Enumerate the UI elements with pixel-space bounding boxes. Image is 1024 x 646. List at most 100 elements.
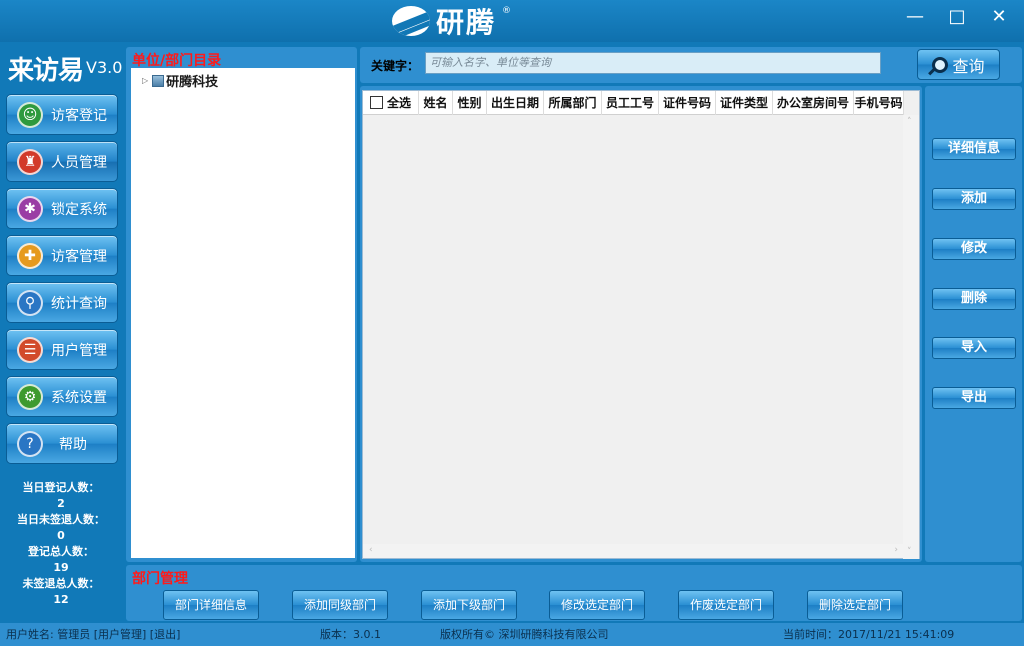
- nav-button-label: 访客管理: [51, 248, 107, 265]
- edit-dept-button[interactable]: 修改选定部门: [549, 590, 645, 620]
- help-icon: ?: [17, 430, 43, 457]
- app-version: V3.0: [86, 58, 123, 77]
- column-header[interactable]: 所属部门: [544, 91, 602, 115]
- brand-logo: 研腾 ®: [392, 4, 512, 39]
- nav-button-label: 系统设置: [51, 389, 107, 406]
- column-header[interactable]: 姓名: [419, 91, 453, 115]
- person-icon: ☺: [17, 101, 43, 128]
- add-child-dept-button[interactable]: 添加下级部门: [421, 590, 517, 620]
- today-count-label: 当日登记人数：: [22, 481, 100, 494]
- maximize-button[interactable]: □: [942, 6, 972, 28]
- total-unsigned-value: 12: [53, 593, 69, 606]
- close-button[interactable]: ✕: [984, 6, 1014, 28]
- nav-button[interactable]: ? 帮助: [6, 423, 118, 464]
- gear-icon: ⚙: [17, 383, 43, 410]
- status-user[interactable]: 用户姓名: 管理员 [用户管理] [退出]: [6, 623, 180, 646]
- column-header-label: 手机号码: [854, 96, 903, 110]
- horizontal-scrollbar[interactable]: ‹ ›: [363, 544, 904, 558]
- column-header[interactable]: 办公室房间号: [773, 91, 854, 115]
- select-all-header[interactable]: 全选: [363, 91, 419, 115]
- export-button[interactable]: 导出: [932, 387, 1016, 409]
- nav-button[interactable]: ⚲ 统计查询: [6, 282, 118, 323]
- nav-button-label: 人员管理: [51, 154, 107, 171]
- bug-icon: ✱: [17, 195, 43, 222]
- status-time: 当前时间：2017/11/21 15:41:09: [783, 628, 955, 641]
- column-header[interactable]: 手机号码: [854, 91, 904, 115]
- delete-dept-button[interactable]: 删除选定部门: [807, 590, 903, 620]
- column-header-label: 办公室房间号: [776, 96, 849, 110]
- today-count-value: 2: [57, 497, 65, 510]
- today-unsigned-label: 当日未签退人数：: [17, 513, 105, 526]
- void-dept-button[interactable]: 作废选定部门: [678, 590, 774, 620]
- today-unsigned-value: 0: [57, 529, 65, 542]
- shirt-icon: ♜: [17, 148, 43, 175]
- search-icon: [932, 56, 949, 73]
- search-label: 关键字：: [371, 59, 420, 73]
- search-input[interactable]: 可输入名字、单位等查询: [425, 52, 881, 74]
- column-header[interactable]: 证件号码: [659, 91, 716, 115]
- logo-icon: [392, 6, 430, 36]
- nav-button[interactable]: ✱ 锁定系统: [6, 188, 118, 229]
- column-header-label: 证件类型: [719, 96, 768, 110]
- column-header[interactable]: 员工工号: [602, 91, 659, 115]
- column-header-label: 姓名: [423, 96, 448, 110]
- scroll-left-icon[interactable]: ‹: [369, 545, 373, 555]
- edit-button[interactable]: 修改: [932, 238, 1016, 260]
- column-header-label: 出生日期: [490, 96, 539, 110]
- status-copyright: 版权所有© 深圳研腾科技有限公司: [440, 628, 609, 641]
- dept-details-button[interactable]: 部门详细信息: [163, 590, 259, 620]
- column-header-label: 性别: [457, 96, 482, 110]
- table-header: 全选 姓名 性别 出生日期 所属部门 员工工号 证件号码 证件类型 办公室房间号 手机号码: [363, 91, 904, 115]
- status-version: 版本：3.0.1: [320, 628, 381, 641]
- tree-root-node[interactable]: ▷ 研腾科技: [142, 71, 218, 90]
- column-header-label: 所属部门: [548, 96, 597, 110]
- column-header-label: 证件号码: [662, 96, 711, 110]
- nav-button[interactable]: ☺ 访客登记: [6, 94, 118, 135]
- total-count-label: 登记总人数：: [28, 545, 94, 558]
- tree-panel: 单位/部门目录: [126, 47, 357, 562]
- magnifier-icon: ⚲: [17, 289, 43, 316]
- dept-title: 部门管理: [132, 571, 188, 587]
- column-header-label: 全选: [386, 96, 411, 110]
- app-name: 来访易: [8, 56, 84, 86]
- scroll-down-icon[interactable]: ˅: [907, 547, 912, 557]
- column-header[interactable]: 出生日期: [487, 91, 544, 115]
- visitor-add-icon: ✚: [17, 242, 43, 269]
- nav-button[interactable]: ☰ 用户管理: [6, 329, 118, 370]
- add-button[interactable]: 添加: [932, 188, 1016, 210]
- query-button-label: 查询: [952, 56, 985, 76]
- expand-arrow-icon[interactable]: ▷: [142, 76, 148, 85]
- scroll-right-icon[interactable]: ›: [894, 545, 898, 555]
- nav-button[interactable]: ♜ 人员管理: [6, 141, 118, 182]
- personnel-table[interactable]: 全选 姓名 性别 出生日期 所属部门 员工工号 证件号码 证件类型 办公室房间号 手机号码 ˄ ˅…: [362, 90, 920, 559]
- nav-button-label: 统计查询: [51, 295, 107, 312]
- title-bar: 研腾 ® — □ ✕: [0, 0, 1024, 42]
- details-button[interactable]: 详细信息: [932, 138, 1016, 160]
- building-icon: [152, 74, 165, 87]
- vertical-scrollbar[interactable]: ˄ ˅: [903, 115, 919, 559]
- column-header[interactable]: 性别: [453, 91, 487, 115]
- tree-view[interactable]: [131, 68, 355, 558]
- stats-panel: 当日登记人数： 2 当日未签退人数： 0 登记总人数： 19 未签退总人数： 1…: [0, 480, 122, 608]
- scroll-up-icon[interactable]: ˄: [907, 117, 912, 127]
- query-button[interactable]: 查询: [917, 49, 1000, 80]
- import-button[interactable]: 导入: [932, 337, 1016, 359]
- nav-button[interactable]: ✚ 访客管理: [6, 235, 118, 276]
- logo-text: 研腾: [436, 6, 497, 39]
- minimize-button[interactable]: —: [900, 6, 930, 28]
- nav-button-label: 锁定系统: [51, 201, 107, 218]
- nav-button-label: 用户管理: [51, 342, 107, 359]
- column-header[interactable]: 证件类型: [716, 91, 773, 115]
- registered-mark: ®: [502, 6, 512, 16]
- column-header-label: 员工工号: [605, 96, 654, 110]
- nav-button-label: 帮助: [59, 436, 87, 453]
- delete-button[interactable]: 删除: [932, 288, 1016, 310]
- select-all-checkbox[interactable]: [369, 96, 383, 109]
- tree-title: 单位/部门目录: [132, 53, 222, 69]
- nav-button[interactable]: ⚙ 系统设置: [6, 376, 118, 417]
- tree-root-label: 研腾科技: [166, 75, 219, 90]
- add-sibling-dept-button[interactable]: 添加同级部门: [292, 590, 388, 620]
- total-unsigned-label: 未签退总人数：: [22, 577, 100, 590]
- nav-button-label: 访客登记: [51, 107, 107, 124]
- total-count-value: 19: [53, 561, 69, 574]
